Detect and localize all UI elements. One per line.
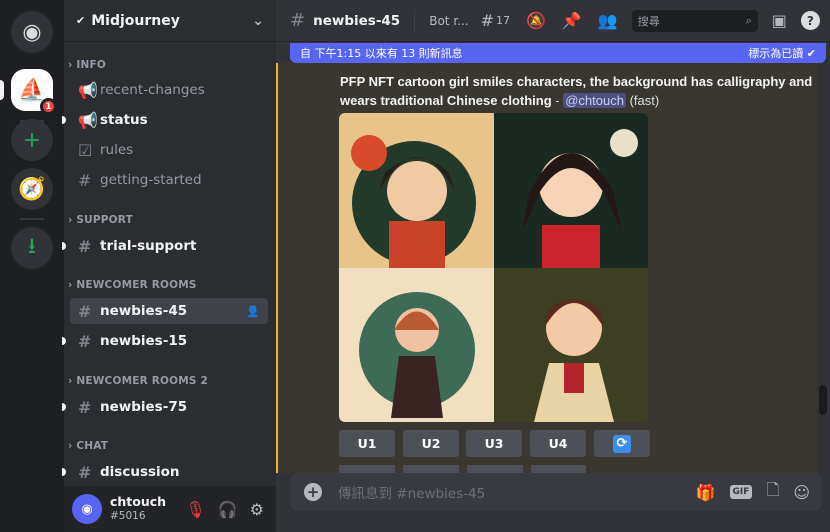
hash-icon: # (78, 462, 92, 482)
image-grid[interactable] (339, 113, 648, 422)
user-panel: ◉ chtouch #5016 🎙 🎧 ⚙ (64, 486, 276, 532)
download-icon: ⭳ (28, 234, 36, 259)
message: PFP NFT cartoon girl smiles characters, … (276, 63, 817, 473)
username: chtouch (110, 494, 167, 509)
message-input[interactable]: 傳訊息到 #newbies-45 (338, 482, 485, 502)
threads-count: 17 (496, 14, 510, 27)
search-input[interactable]: 搜尋 ⌕ (631, 9, 758, 32)
threads-hash-icon: # (78, 301, 92, 321)
message-content: PFP NFT cartoon girl smiles characters, … (340, 74, 813, 108)
message-composer[interactable]: + 傳訊息到 #newbies-45 🎁 GIF 🗋 ☺ (290, 473, 822, 511)
sailboat-icon: ⛵ (18, 77, 46, 103)
guild-header[interactable]: ✔ Midjourney ⌄ (64, 0, 276, 42)
upscale-1-button[interactable]: U1 (339, 430, 395, 457)
threads-hash-icon: # (290, 10, 306, 31)
gear-icon[interactable]: ⚙ (250, 500, 264, 519)
channel-newbies-75[interactable]: # newbies-75 (62, 394, 268, 420)
rules-icon: ☑ (78, 140, 93, 160)
sticker-icon[interactable]: 🗋 (766, 479, 779, 506)
channel-discussion[interactable]: # discussion (62, 459, 268, 485)
gif-button[interactable]: GIF (729, 485, 753, 499)
threads-hash-icon: # (78, 397, 92, 417)
channel-recent-changes[interactable]: 📢 recent-changes (70, 77, 268, 103)
download-button[interactable]: ⭳ (11, 227, 53, 269)
guild-name: Midjourney (91, 12, 180, 29)
threads-icon[interactable]: # (481, 11, 494, 30)
midjourney-server-button[interactable]: ⛵ 1 (11, 69, 57, 115)
mention-badge: 1 (40, 98, 57, 115)
user-mention[interactable]: @chtouch (563, 93, 626, 108)
category-chat[interactable]: › CHAT (68, 440, 108, 452)
discord-logo-icon: ◉ (22, 19, 42, 45)
user-tag: #5016 (110, 510, 146, 522)
category-support[interactable]: › SUPPORT (68, 214, 133, 226)
compass-icon: 🧭 (18, 176, 46, 202)
notification-muted-icon[interactable]: 🔕 (526, 11, 546, 30)
channel-status[interactable]: 📢 status (62, 107, 268, 133)
add-attachment-icon[interactable]: + (304, 483, 322, 501)
emoji-icon[interactable]: ☺ (793, 483, 810, 502)
inbox-icon[interactable]: ▣ (772, 11, 787, 30)
divider (20, 218, 44, 220)
members-icon[interactable]: 👥 (598, 11, 618, 30)
explore-button[interactable]: 🧭 (11, 168, 53, 210)
variation-buttons-row[interactable] (339, 465, 586, 473)
add-server-button[interactable]: + (11, 119, 53, 161)
new-messages-text: 自 下午1:15 以來有 13 則新訊息 (300, 47, 463, 60)
channel-title: newbies-45 (313, 12, 401, 29)
headphones-icon[interactable]: 🎧 (218, 500, 238, 519)
new-messages-banner[interactable]: 自 下午1:15 以來有 13 則新訊息 標示為已讀 ✔ (290, 43, 826, 63)
channel-newbies-45[interactable]: # newbies-45 👤 (70, 298, 268, 324)
category-newcomer-rooms[interactable]: › NEWCOMER ROOMS (68, 279, 197, 291)
generation-mode: (fast) (629, 93, 660, 108)
gift-icon[interactable]: 🎁 (696, 483, 716, 502)
avatar[interactable]: ◉ (72, 494, 102, 524)
upscale-2-button[interactable]: U2 (403, 430, 459, 457)
mic-muted-icon[interactable]: 🎙 (185, 500, 205, 519)
megaphone-icon: 📢 (78, 80, 98, 100)
discord-home-button[interactable]: ◉ (11, 11, 53, 53)
channel-trial-support[interactable]: # trial-support (62, 233, 268, 259)
plus-icon: + (22, 127, 42, 153)
category-newcomer-rooms-2[interactable]: › NEWCOMER ROOMS 2 (68, 375, 208, 387)
scrollbar-thumb[interactable] (819, 385, 827, 415)
refresh-icon: ⟳ (613, 434, 631, 453)
mark-as-read-button[interactable]: 標示為已讀 ✔ (748, 45, 816, 61)
channel-getting-started[interactable]: # getting-started (70, 167, 268, 193)
reroll-button[interactable]: ⟳ (594, 430, 650, 457)
megaphone-icon: 📢 (78, 110, 98, 130)
server-rail: ◉ ⛵ 1 + 🧭 ⭳ (0, 0, 64, 532)
search-icon: ⌕ (745, 13, 752, 27)
pin-icon[interactable]: 📌 (562, 11, 582, 30)
invite-icon[interactable]: 👤 (246, 305, 260, 318)
verified-icon: ✔ (76, 14, 86, 27)
channel-header: # newbies-45 Bot r... #17 🔕 📌 👥 搜尋 ⌕ ▣ ? (276, 0, 830, 42)
category-info[interactable]: › INFO (68, 59, 106, 71)
hash-icon: # (78, 236, 92, 256)
mark-read-icon: ✔ (806, 47, 816, 60)
chevron-down-icon: ⌄ (252, 12, 264, 29)
upscale-3-button[interactable]: U3 (466, 430, 522, 457)
selected-indicator (0, 80, 4, 100)
channel-newbies-15[interactable]: # newbies-15 (62, 328, 268, 354)
upscale-4-button[interactable]: U4 (530, 430, 586, 457)
channel-topic[interactable]: Bot r... (429, 14, 468, 28)
hash-icon: # (78, 170, 92, 190)
threads-hash-icon: # (78, 331, 92, 351)
help-icon[interactable]: ? (800, 11, 820, 30)
channel-rules[interactable]: ☑ rules (70, 137, 268, 163)
